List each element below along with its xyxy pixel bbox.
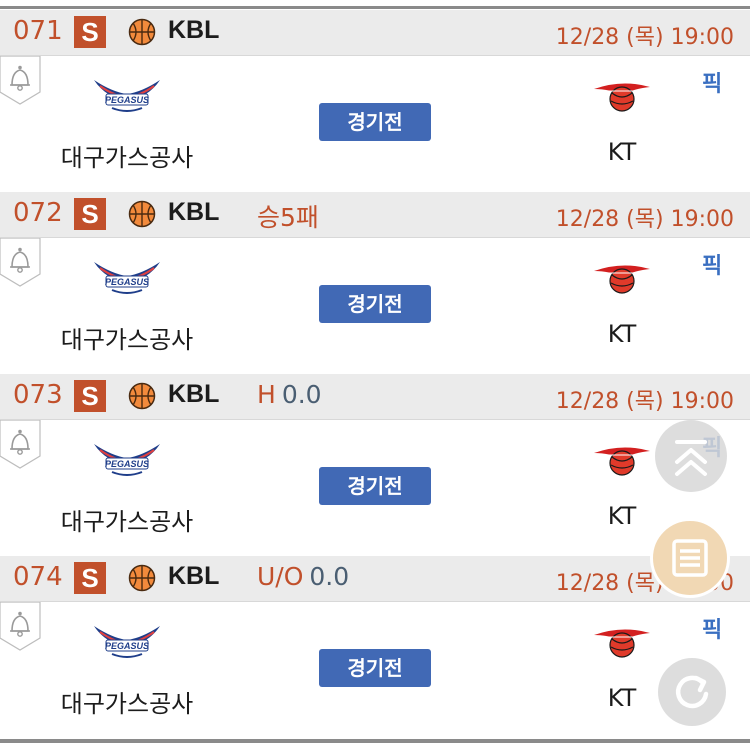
top-divider xyxy=(0,0,750,9)
pick-link[interactable]: 픽 xyxy=(702,612,722,644)
game-type-badge: S xyxy=(74,198,106,230)
game-number: 074 xyxy=(13,562,63,592)
refresh-button[interactable] xyxy=(658,658,726,726)
home-team-name: 대구가스공사 xyxy=(60,508,194,536)
away-team-name: KT xyxy=(607,138,637,166)
market-label xyxy=(257,16,263,45)
market-label: 승5패 xyxy=(257,198,325,234)
game-number: 073 xyxy=(13,380,63,410)
home-team-logo: PEGASUS xyxy=(94,626,160,658)
bell-icon[interactable] xyxy=(0,420,42,470)
scroll-top-button[interactable] xyxy=(655,420,727,492)
bell-icon[interactable] xyxy=(0,602,42,652)
scroll-top-icon xyxy=(675,440,707,476)
market-label: U/O 0.0 xyxy=(257,562,349,591)
home-logo-text: PEGASUS xyxy=(105,277,149,287)
away-team-logo xyxy=(594,629,650,658)
bottom-divider xyxy=(0,739,750,743)
game-card: 071 S KBL 12/28 (목) 19:00 PEGASUS 대구가스공사… xyxy=(0,10,750,192)
game-date: 12/28 (목) xyxy=(555,207,664,232)
game-type-badge: S xyxy=(74,380,106,412)
league-name: KBL xyxy=(168,562,220,590)
list-icon xyxy=(672,539,708,577)
refresh-icon xyxy=(675,675,709,709)
market-type: H xyxy=(257,380,276,409)
market-type: U/O xyxy=(257,562,304,591)
market-type: 승5패 xyxy=(257,203,319,232)
home-team-name: 대구가스공사 xyxy=(60,144,194,172)
game-time: 19:00 xyxy=(670,25,734,50)
game-status-button[interactable]: 경기전 xyxy=(319,649,431,687)
game-card: 072 S KBL 승5패 12/28 (목) 19:00 PEGASUS 대구… xyxy=(0,192,750,374)
home-logo-text: PEGASUS xyxy=(105,641,149,651)
pick-link[interactable]: 픽 xyxy=(702,248,722,280)
away-team-logo xyxy=(594,265,650,294)
league-name: KBL xyxy=(168,16,220,44)
home-team-logo: PEGASUS xyxy=(94,262,160,294)
away-team-logo xyxy=(594,83,650,112)
bell-icon[interactable] xyxy=(0,238,42,288)
game-datetime: 12/28 (목) 19:00 xyxy=(556,19,734,51)
game-header: 072 S KBL 승5패 12/28 (목) 19:00 xyxy=(0,192,750,238)
game-number: 071 xyxy=(13,16,63,46)
home-logo-text: PEGASUS xyxy=(105,95,149,105)
basketball-icon xyxy=(128,564,156,592)
league-name: KBL xyxy=(168,380,220,408)
game-datetime: 12/28 (목) 19:00 xyxy=(556,201,734,233)
game-date: 12/28 (목) xyxy=(555,389,664,414)
game-status-button[interactable]: 경기전 xyxy=(319,285,431,323)
game-number: 072 xyxy=(13,198,63,228)
game-date: 12/28 (목) xyxy=(555,571,664,596)
game-datetime: 12/28 (목) 19:00 xyxy=(556,383,734,415)
game-status-button[interactable]: 경기전 xyxy=(319,103,431,141)
home-team-logo: PEGASUS xyxy=(94,444,160,476)
home-logo-text: PEGASUS xyxy=(105,459,149,469)
league-name: KBL xyxy=(168,198,220,226)
away-team-name: KT xyxy=(607,320,637,348)
bell-icon[interactable] xyxy=(0,56,42,106)
game-time: 19:00 xyxy=(670,207,734,232)
game-header: 074 S KBL U/O0.0 12/28 (목) 19:00 xyxy=(0,556,750,602)
market-value: 0.0 xyxy=(281,380,322,409)
game-card: 074 S KBL U/O0.0 12/28 (목) 19:00 PEGASUS… xyxy=(0,556,750,738)
basketball-icon xyxy=(128,18,156,46)
basketball-icon xyxy=(128,382,156,410)
game-status-button[interactable]: 경기전 xyxy=(319,467,431,505)
home-team-name: 대구가스공사 xyxy=(60,326,194,354)
market-label: H 0.0 xyxy=(257,380,322,409)
pick-link[interactable]: 픽 xyxy=(702,66,722,98)
game-time: 19:00 xyxy=(670,389,734,414)
game-date: 12/28 (목) xyxy=(555,25,664,50)
game-header: 073 S KBL H 0.0 12/28 (목) 19:00 xyxy=(0,374,750,420)
game-header: 071 S KBL 12/28 (목) 19:00 xyxy=(0,10,750,56)
home-team-logo: PEGASUS xyxy=(94,80,160,112)
game-card: 073 S KBL H 0.0 12/28 (목) 19:00 PEGASUS 대… xyxy=(0,374,750,556)
away-team-logo xyxy=(594,447,650,476)
basketball-icon xyxy=(128,200,156,228)
list-button[interactable] xyxy=(650,518,730,598)
game-type-badge: S xyxy=(74,562,106,594)
game-type-badge: S xyxy=(74,16,106,48)
home-team-name: 대구가스공사 xyxy=(60,690,194,718)
market-value: 0.0 xyxy=(309,562,350,591)
